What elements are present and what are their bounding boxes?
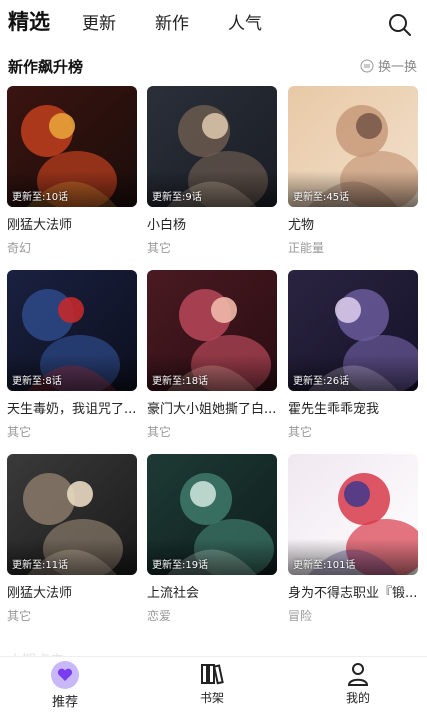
comic-title: 小白杨: [147, 218, 187, 233]
search-icon: [389, 14, 411, 36]
episode-badge: 更新至:18话: [152, 376, 209, 387]
episode-badge: 更新至:26话: [293, 376, 350, 387]
tab-updates[interactable]: 更新: [82, 12, 116, 36]
comic-card[interactable]: 更新至:11话 刚猛大法师 其它: [7, 454, 137, 624]
tab-new[interactable]: 新作: [155, 12, 189, 36]
comic-card[interactable]: 更新至:8话 天生毒奶，我诅咒了... 其它: [7, 270, 137, 440]
bottom-nav: 推荐 书架 我的: [0, 656, 427, 715]
comic-card[interactable]: 更新至:45话 尤物 正能量: [288, 86, 418, 256]
heart-icon: [57, 668, 73, 681]
refresh-button[interactable]: 换一换: [360, 56, 417, 75]
nav-label: 推荐: [51, 695, 78, 710]
comic-genre: 其它: [7, 609, 32, 623]
comic-title: 刚猛大法师: [7, 586, 73, 601]
comic-title: 霍先生乖乖宠我: [288, 402, 380, 417]
comic-title: 豪门大小姐她撕了白...: [147, 402, 277, 417]
comic-cover[interactable]: 更新至:18话: [147, 270, 277, 391]
comic-cover[interactable]: 更新至:11话: [7, 454, 137, 575]
comic-card[interactable]: 更新至:10话 刚猛大法师 奇幻: [7, 86, 137, 256]
comic-card[interactable]: 更新至:9话 小白杨 其它: [147, 86, 277, 256]
comic-card[interactable]: 更新至:19话 上流社会 恋爱: [147, 454, 277, 624]
comic-title: 上流社会: [147, 586, 200, 601]
episode-badge: 更新至:11话: [12, 560, 69, 571]
person-icon: [347, 663, 369, 686]
nav-profile[interactable]: 我的: [318, 661, 398, 706]
comic-genre: 奇幻: [7, 241, 32, 255]
tab-featured[interactable]: 精选: [8, 10, 50, 34]
episode-badge: 更新至:19话: [152, 560, 209, 571]
books-icon: [201, 664, 224, 685]
episode-badge: 更新至:45话: [293, 192, 350, 203]
comic-genre: 正能量: [288, 241, 325, 255]
nav-label: 书架: [199, 691, 224, 705]
comic-card[interactable]: 更新至:18话 豪门大小姐她撕了白... 其它: [147, 270, 277, 440]
tab-popular[interactable]: 人气: [228, 12, 262, 36]
refresh-icon: [360, 59, 374, 72]
nav-label: 我的: [345, 691, 370, 705]
episode-badge: 更新至:10话: [12, 192, 69, 203]
top-tabs: 精选 更新 新作 人气: [0, 0, 427, 50]
episode-badge: 更新至:101话: [293, 560, 356, 571]
nav-bookshelf[interactable]: 书架: [172, 661, 252, 706]
comic-cover[interactable]: 更新至:45话: [288, 86, 418, 207]
comic-title: 身为不得志职业『锻...: [288, 586, 418, 601]
comic-title: 刚猛大法师: [7, 218, 73, 233]
section-title: 新作飙升榜: [8, 58, 84, 76]
comic-card[interactable]: 更新至:26话 霍先生乖乖宠我 其它: [288, 270, 418, 440]
section-header: 新作飙升榜 换一换: [0, 50, 427, 82]
episode-badge: 更新至:9话: [152, 192, 202, 203]
comic-cover[interactable]: 更新至:10话: [7, 86, 137, 207]
comic-cover[interactable]: 更新至:9话: [147, 86, 277, 207]
search-button[interactable]: [387, 12, 413, 38]
comic-cover[interactable]: 更新至:101话: [288, 454, 418, 575]
comic-title: 天生毒奶，我诅咒了...: [7, 402, 137, 417]
comic-genre: 其它: [147, 425, 172, 439]
comic-cover[interactable]: 更新至:19话: [147, 454, 277, 575]
comic-genre: 其它: [7, 425, 32, 439]
refresh-label: 换一换: [377, 60, 417, 75]
nav-recommend[interactable]: 推荐: [25, 661, 105, 710]
home-icon-bubble: [51, 661, 79, 689]
episode-badge: 更新至:8话: [12, 376, 62, 387]
comic-genre: 恋爱: [147, 609, 172, 623]
comic-genre: 其它: [147, 241, 172, 255]
comic-card[interactable]: 更新至:101话 身为不得志职业『锻... 冒险: [288, 454, 418, 624]
comic-genre: 冒险: [288, 609, 313, 623]
comic-title: 尤物: [288, 218, 315, 233]
comic-cover[interactable]: 更新至:26话: [288, 270, 418, 391]
comic-cover[interactable]: 更新至:8话: [7, 270, 137, 391]
comic-genre: 其它: [288, 425, 313, 439]
